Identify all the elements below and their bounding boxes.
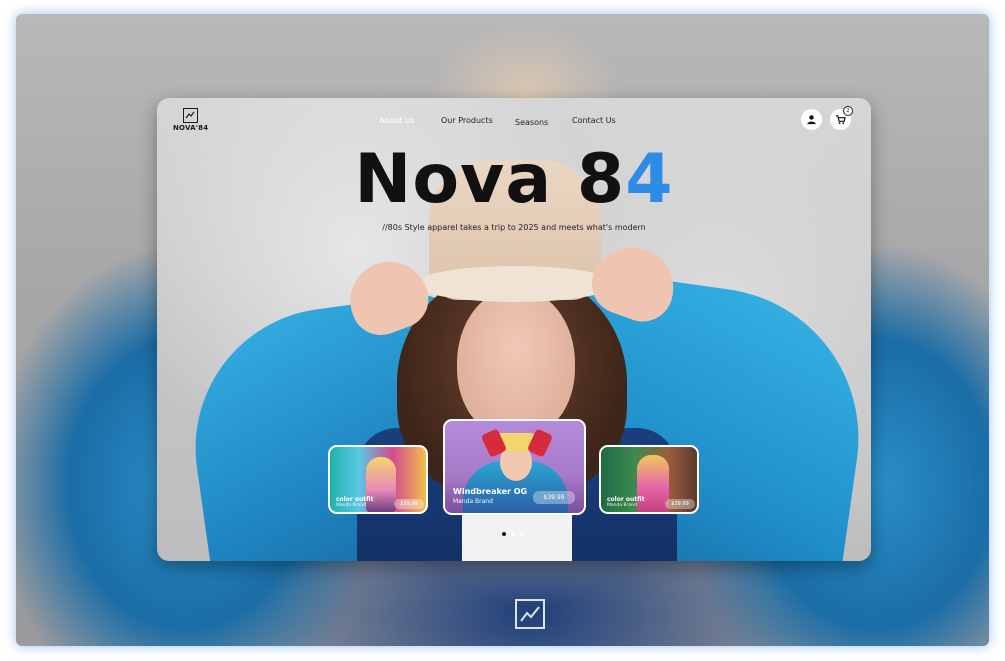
carousel-dots <box>502 532 532 538</box>
product-price: $39.99 <box>665 499 695 509</box>
product-name: color outfit <box>336 496 374 503</box>
hero-card: NOVA'84 About us Our Products Seasons Co… <box>157 98 871 561</box>
hero-hat-brim <box>415 266 615 302</box>
product-brand: Manda Brand <box>453 498 493 505</box>
hero-face <box>457 288 575 438</box>
product-brand: Manda Brand <box>607 503 637 508</box>
carousel-dot[interactable] <box>520 532 524 536</box>
product-name: Windbreaker OG <box>453 487 528 496</box>
account-button[interactable] <box>801 109 822 130</box>
carousel-dot[interactable] <box>511 532 515 536</box>
user-icon <box>807 115 816 125</box>
product-price: $39.99 <box>533 491 575 504</box>
nav-contact-us[interactable]: Contact Us <box>572 116 616 125</box>
cart-icon <box>835 115 846 125</box>
hero-title-accent: 4 <box>625 140 674 219</box>
hero-title-main: Nova 8 <box>354 140 626 219</box>
hero-title: Nova 84 <box>157 140 871 220</box>
product-name: color outfit <box>607 496 645 503</box>
brand-logo[interactable]: NOVA'84 <box>173 108 209 132</box>
cart-button[interactable]: 2 <box>830 106 853 130</box>
product-brand: Manda Brand <box>336 503 366 508</box>
product-card[interactable]: color outfit Manda Brand $39.99 <box>328 445 428 514</box>
nav-our-products[interactable]: Our Products <box>441 116 493 125</box>
backdrop-logo-icon <box>515 599 545 629</box>
product-price: $39.99 <box>394 499 424 509</box>
product-card[interactable]: color outfit Manda Brand $39.99 <box>599 445 699 514</box>
cart-count-badge: 2 <box>843 106 853 116</box>
logo-chart-icon <box>182 108 198 123</box>
product-card-featured[interactable]: Windbreaker OG Manda Brand $39.99 <box>443 419 586 515</box>
nav-about-us[interactable]: About us <box>379 116 414 125</box>
product-image <box>366 457 396 512</box>
carousel-dot[interactable] <box>502 532 506 536</box>
hero-tagline: //80s Style apparel takes a trip to 2025… <box>382 223 646 232</box>
logo-text: NOVA'84 <box>173 124 209 132</box>
nav-seasons[interactable]: Seasons <box>515 118 548 127</box>
